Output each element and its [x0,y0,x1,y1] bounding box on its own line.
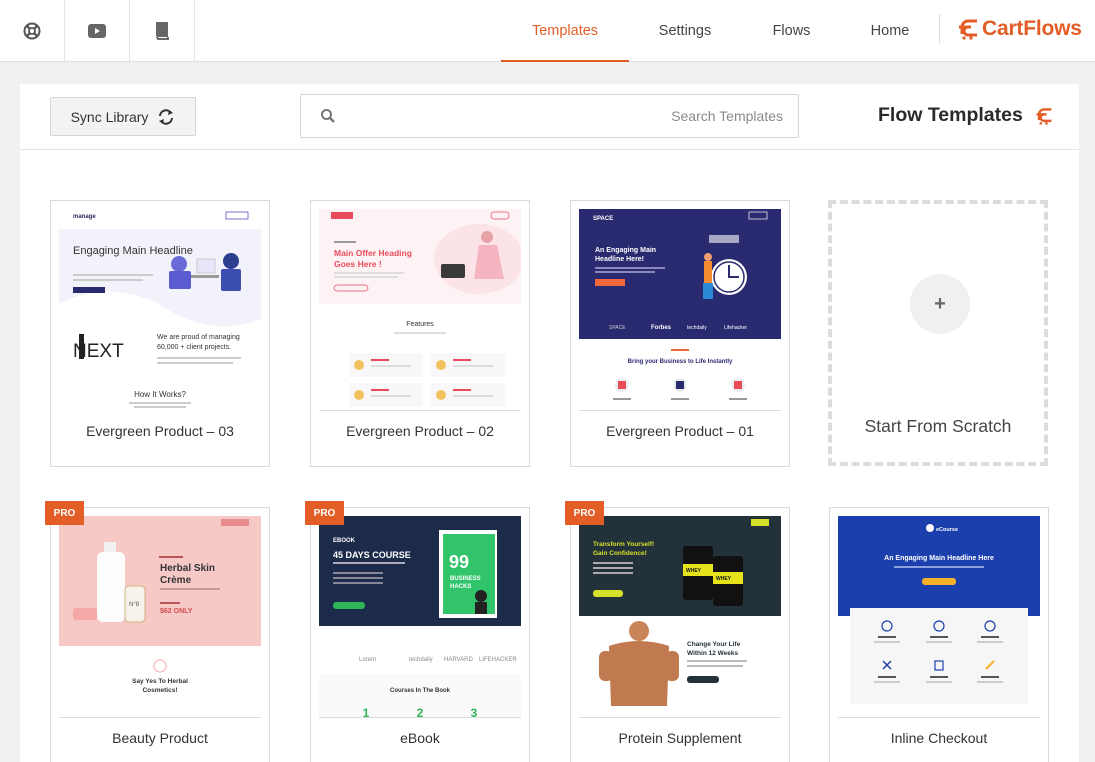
support-icon [23,22,41,40]
template-preview: Transform Yourself! Gain Confidence! WHE… [579,516,781,718]
template-name: Protein Supplement [618,730,742,746]
template-preview: SPACE An Engaging Main Headline Here! SP… [579,209,781,411]
nav-divider [939,14,940,44]
svg-text:WHEY: WHEY [716,576,732,582]
cartflows-logo-icon [959,19,977,40]
search-input[interactable] [301,95,798,137]
template-name: Evergreen Product – 03 [86,423,234,439]
video-button[interactable] [65,0,130,62]
svg-text:Within 12 Weeks: Within 12 Weeks [687,650,738,657]
svg-text:We are proud of managing: We are proud of managing [157,334,240,341]
svg-text:techdaily: techdaily [687,325,707,331]
t5-title: 45 DAYS COURSE [333,550,411,560]
template-preview: manage Engaging Main Headline NEXT We ar… [59,209,261,411]
start-from-scratch-label: Start From Scratch [864,416,1012,436]
svg-text:Forbes: Forbes [651,325,672,331]
flow-templates-title: Flow Templates [878,104,1053,127]
nav-flows[interactable]: Flows [755,0,828,62]
svg-text:Herbal Skin: Herbal Skin [160,563,215,574]
template-card-evergreen-03[interactable]: manage Engaging Main Headline NEXT We ar… [50,200,270,467]
svg-text:Lorem: Lorem [359,657,376,663]
svg-text:Say Yes To Herbal: Say Yes To Herbal [132,678,188,685]
start-from-scratch-card[interactable]: + Start From Scratch [828,200,1048,466]
svg-text:WHEY: WHEY [686,568,702,574]
sync-library-label: Sync Library [70,108,149,125]
template-card-protein-supplement[interactable]: PRO Transform Yourself! Gain Confidence!… [565,501,790,762]
svg-text:BUSINESS: BUSINESS [450,576,481,582]
svg-text:Lifehacker: Lifehacker [724,325,747,331]
template-preview: EBOOK 45 DAYS COURSE 99 BUSINESS HACKS L… [319,516,521,718]
template-card-ebook[interactable]: PRO EBOOK 45 DAYS COURSE 99 BUSINESS HAC… [305,501,530,762]
svg-text:1: 1 [363,706,370,718]
svg-text:Goes Here !: Goes Here ! [334,259,382,269]
template-preview: Main Offer Heading Goes Here ! Features [319,209,521,411]
nav-templates[interactable]: Templates [501,0,629,62]
pro-badge: PRO [565,501,604,525]
svg-text:An Engaging Main: An Engaging Main [595,247,656,254]
cartflows-mark-icon [1036,107,1052,125]
search-box [300,94,799,138]
plus-icon[interactable]: + [910,274,970,334]
template-card-beauty-product[interactable]: PRO N°8 Herbal Skin Crème $62 ONLY Say Y… [45,501,270,762]
template-name: Evergreen Product – 02 [346,423,494,439]
templates-panel: Sync Library Flow Templates manage Engag… [20,84,1079,762]
t3-bring: Bring your Business to Life Instantly [628,359,733,365]
svg-text:Main Offer Heading: Main Offer Heading [334,248,412,258]
svg-text:SPACE: SPACE [609,325,626,331]
template-card-evergreen-02[interactable]: Main Offer Heading Goes Here ! Features [310,200,530,467]
t4-bottle: N°8 [129,602,140,608]
svg-text:techdaily: techdaily [409,657,433,663]
t1-logo: manage [73,214,96,220]
brand-logo[interactable]: CartFlows [957,13,1082,45]
template-name: eBook [400,730,440,746]
t1-how: How It Works? [134,390,186,399]
brand-name: CartFlows [982,17,1082,40]
support-button[interactable] [0,0,65,62]
svg-text:Crème: Crème [160,575,192,586]
t2-features: Features [406,321,434,328]
svg-text:Gain Confidence!: Gain Confidence! [593,550,647,557]
sync-library-button[interactable]: Sync Library [50,97,196,136]
svg-text:3: 3 [471,706,478,718]
t5-logo: EBOOK [333,538,356,544]
sync-icon [159,108,174,125]
page-title: Flow Templates [878,104,1023,126]
top-nav: Templates Settings Flows Home CartFlows [0,0,1095,62]
svg-text:60,000 + client projects.: 60,000 + client projects. [157,344,231,351]
t7-logo: eCourse [936,527,958,533]
svg-text:99: 99 [449,552,469,572]
svg-text:Headline Here!: Headline Here! [595,256,644,263]
svg-text:HARVARD: HARVARD [444,657,473,663]
template-card-inline-checkout[interactable]: eCourse An Engaging Main Headline Here I… [829,507,1049,762]
template-preview: eCourse An Engaging Main Headline Here [838,516,1040,718]
template-name: Evergreen Product – 01 [606,423,754,439]
toolbar: Sync Library Flow Templates [20,84,1079,150]
nav-home[interactable]: Home [855,0,925,62]
svg-text:HACKS: HACKS [450,584,471,590]
template-name: Beauty Product [112,730,208,746]
t7-headline: An Engaging Main Headline Here [884,555,994,562]
svg-text:Change Your Life: Change Your Life [687,641,741,648]
docs-button[interactable] [130,0,195,62]
docs-icon [156,22,169,40]
svg-text:LIFEHACKER: LIFEHACKER [479,657,517,663]
template-name: Inline Checkout [890,730,988,746]
template-preview: N°8 Herbal Skin Crème $62 ONLY Say Yes T… [59,516,261,718]
search-icon [321,109,335,123]
svg-text:Courses In The Book: Courses In The Book [390,688,451,694]
svg-text:Transform Yourself!: Transform Yourself! [593,541,654,548]
template-card-evergreen-01[interactable]: SPACE An Engaging Main Headline Here! SP… [570,200,790,467]
t1-headline: Engaging Main Headline [73,245,193,257]
pro-badge: PRO [305,501,344,525]
nav-settings[interactable]: Settings [640,0,730,62]
pro-badge: PRO [45,501,84,525]
svg-text:2: 2 [417,706,424,718]
t3-logo: SPACE [593,216,613,222]
svg-text:Cosmetics!: Cosmetics! [142,687,177,694]
t4-price: $62 ONLY [160,608,193,615]
video-icon [88,24,106,38]
